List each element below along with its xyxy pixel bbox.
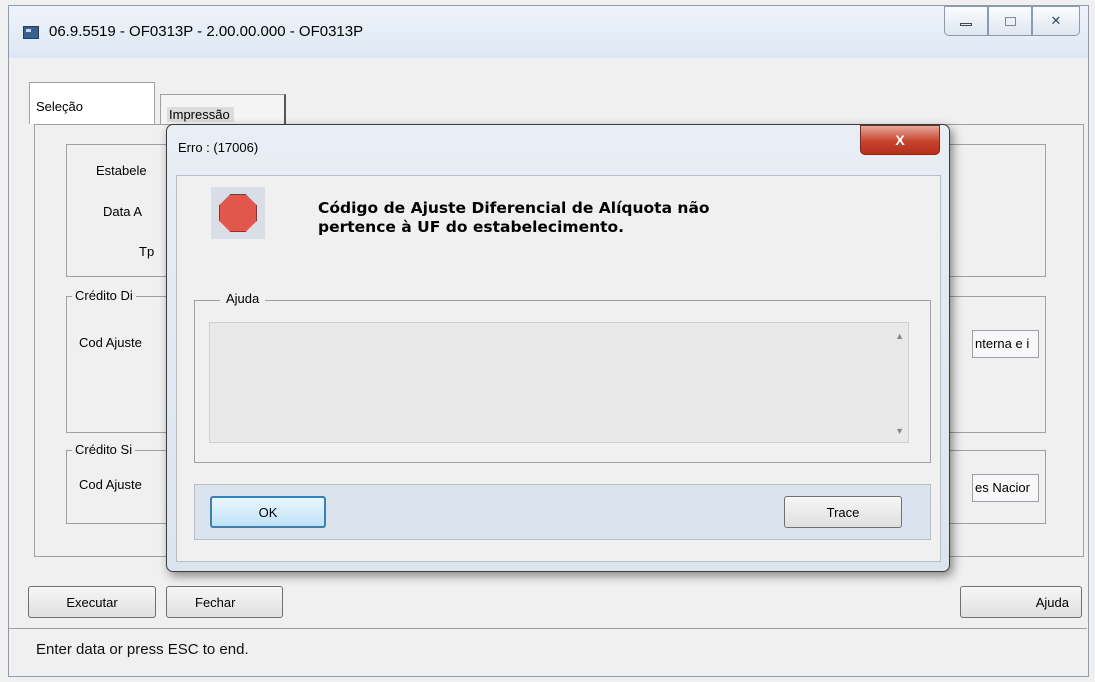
dialog-button-bar: OK Trace bbox=[194, 484, 931, 540]
dialog-close-button[interactable]: X bbox=[860, 125, 940, 155]
app-icon bbox=[23, 26, 39, 39]
label-tp: Tp bbox=[139, 244, 155, 259]
executar-label: Executar bbox=[66, 594, 118, 610]
maximize-icon bbox=[1004, 16, 1016, 26]
ajuda-button[interactable]: Ajuda bbox=[960, 586, 1082, 618]
fechar-button[interactable]: Fechar bbox=[166, 586, 283, 618]
dialog-title: Erro : (17006) bbox=[178, 140, 259, 155]
title-bar: 06.9.5519 - OF0313P - 2.00.00.000 - OF03… bbox=[9, 6, 1088, 58]
ok-label: OK bbox=[258, 504, 278, 520]
error-dialog: Erro : (17006) X Código de Ajuste Difere… bbox=[166, 124, 950, 572]
error-message-line-2: pertence à UF do estabelecimento. bbox=[318, 218, 625, 236]
window-close-button[interactable]: ✕ bbox=[1032, 6, 1080, 36]
trace-label: Trace bbox=[826, 504, 860, 520]
stop-icon bbox=[211, 187, 265, 239]
scroll-up-icon[interactable]: ▲ bbox=[895, 331, 904, 341]
label-data: Data A bbox=[103, 204, 143, 219]
status-bar: Enter data or press ESC to end. bbox=[36, 641, 249, 658]
minimize-button[interactable] bbox=[944, 6, 988, 36]
ajuda-textarea[interactable]: ▲ ▼ bbox=[209, 322, 909, 443]
ajuda-legend: Ajuda bbox=[220, 291, 266, 306]
ajuda-group: Ajuda ▲ ▼ bbox=[194, 291, 931, 463]
tab-impressao[interactable]: Impressão bbox=[160, 94, 286, 126]
window-title: 06.9.5519 - OF0313P - 2.00.00.000 - OF03… bbox=[49, 23, 364, 40]
tab-selecao[interactable]: Seleção bbox=[29, 82, 155, 124]
trace-button[interactable]: Trace bbox=[784, 496, 902, 528]
label-estabelecimento: Estabele bbox=[96, 163, 147, 178]
maximize-button[interactable] bbox=[988, 6, 1032, 36]
group-credito-si-legend: Crédito Si bbox=[72, 442, 136, 457]
cod-ajuste-1-field[interactable]: nterna e i bbox=[972, 330, 1039, 358]
cod-ajuste-2-field[interactable]: es Nacior bbox=[972, 474, 1039, 502]
close-icon: X bbox=[895, 132, 905, 148]
fechar-label: Fechar bbox=[195, 594, 236, 610]
ok-button[interactable]: OK bbox=[210, 496, 326, 528]
executar-button[interactable]: Executar bbox=[28, 586, 156, 618]
ajuda-label: Ajuda bbox=[1035, 594, 1069, 610]
status-separator bbox=[9, 628, 1087, 629]
window-controls: ✕ bbox=[944, 6, 1080, 39]
error-message-line-1: Código de Ajuste Diferencial de Alíquota… bbox=[318, 199, 710, 217]
dialog-body: Código de Ajuste Diferencial de Alíquota… bbox=[176, 175, 941, 562]
close-icon: ✕ bbox=[1050, 13, 1062, 28]
tab-selecao-label: Seleção bbox=[36, 99, 83, 114]
group-credito-dif-legend: Crédito Di bbox=[72, 288, 136, 303]
tab-impressao-label: Impressão bbox=[167, 107, 234, 122]
scroll-down-icon[interactable]: ▼ bbox=[895, 426, 904, 436]
error-message: Código de Ajuste Diferencial de Alíquota… bbox=[318, 199, 878, 237]
label-cod-ajuste-2: Cod Ajuste bbox=[79, 477, 142, 492]
minimize-icon bbox=[960, 22, 972, 26]
label-cod-ajuste-1: Cod Ajuste bbox=[79, 335, 142, 350]
